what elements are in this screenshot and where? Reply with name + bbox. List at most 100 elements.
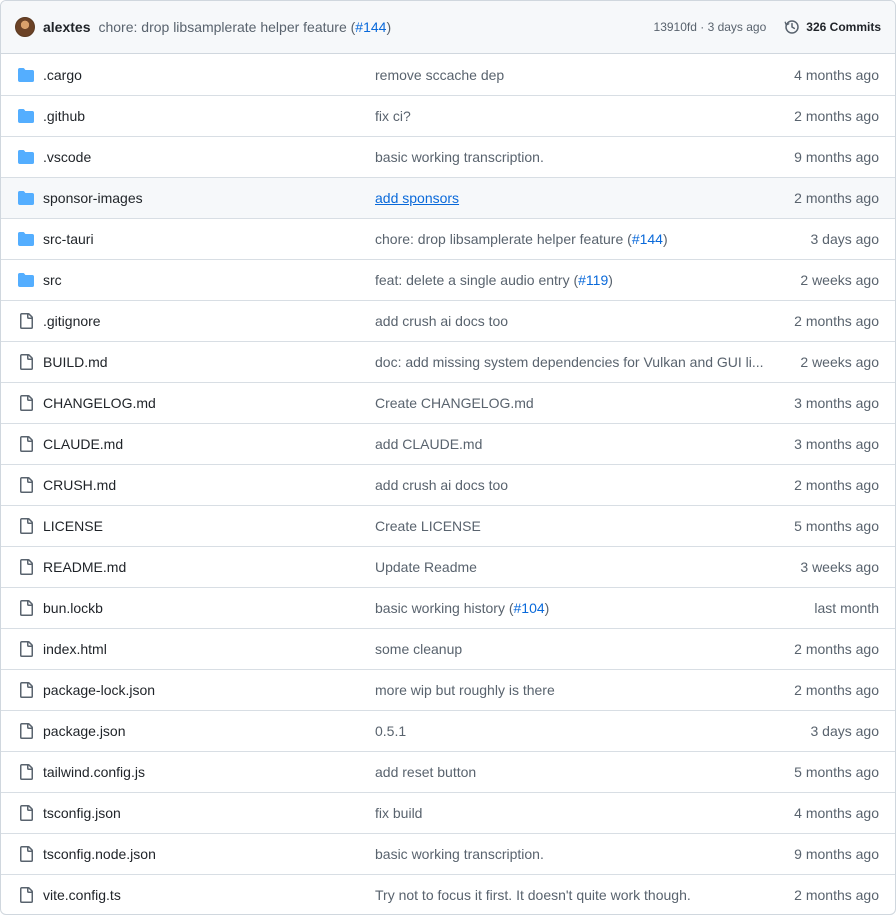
file-row[interactable]: tsconfig.node.json basic working transcri… [1, 833, 895, 874]
file-row[interactable]: CHANGELOG.md Create CHANGELOG.md 3 months … [1, 382, 895, 423]
file-row[interactable]: CLAUDE.md add CLAUDE.md 3 months ago [1, 423, 895, 464]
file-row[interactable]: .cargo remove sccache dep 4 months ago [1, 54, 895, 95]
commit-message-text[interactable]: add reset button [375, 764, 476, 780]
file-row[interactable]: BUILD.md doc: add missing system dependen… [1, 341, 895, 382]
commit-message-text[interactable]: fix build [375, 805, 422, 821]
commit-message-link[interactable]: doc: add missing system dependencies for… [375, 354, 767, 370]
commit-message-text[interactable]: add crush ai docs too [375, 313, 508, 329]
file-row[interactable]: src feat: delete a single audio entry (#1… [1, 259, 895, 300]
commit-time[interactable]: 2 months ago [767, 682, 895, 698]
file-row[interactable]: vite.config.ts Try not to focus it first.… [1, 874, 895, 914]
commit-time[interactable]: 9 months ago [767, 149, 895, 165]
file-name-link[interactable]: tailwind.config.js [43, 764, 375, 780]
file-name-link[interactable]: LICENSE [43, 518, 375, 534]
commit-message-link[interactable]: fix build [375, 805, 767, 821]
file-name-link[interactable]: package-lock.json [43, 682, 375, 698]
file-name-link[interactable]: src [43, 272, 375, 288]
commit-message-text[interactable]: basic working transcription. [375, 149, 544, 165]
file-row[interactable]: package-lock.json more wip but roughly is… [1, 669, 895, 710]
file-row[interactable]: src-tauri chore: drop libsamplerate helpe… [1, 218, 895, 259]
commit-message-link[interactable]: more wip but roughly is there [375, 682, 767, 698]
commit-message-link[interactable]: add sponsors [375, 190, 767, 206]
commit-message-text[interactable]: chore: drop libsamplerate helper feature… [375, 231, 632, 247]
file-row[interactable]: tailwind.config.js add reset button 5 mont… [1, 751, 895, 792]
file-row[interactable]: .github fix ci? 2 months ago [1, 95, 895, 136]
file-name-link[interactable]: package.json [43, 723, 375, 739]
file-name-link[interactable]: .cargo [43, 67, 375, 83]
commit-message-link[interactable]: some cleanup [375, 641, 767, 657]
commit-time[interactable]: 2 months ago [767, 190, 895, 206]
commit-message-text[interactable]: Create CHANGELOG.md [375, 395, 534, 411]
pr-link[interactable]: #144 [632, 231, 663, 247]
commit-message-text[interactable]: some cleanup [375, 641, 462, 657]
commit-message-text[interactable]: fix ci? [375, 108, 411, 124]
commit-hash-time[interactable]: 13910fd · 3 days ago [654, 20, 767, 34]
commit-message-link[interactable]: Create CHANGELOG.md [375, 395, 767, 411]
commit-author[interactable]: alextes [43, 19, 90, 35]
file-name-link[interactable]: sponsor-images [43, 190, 375, 206]
commit-message-link[interactable]: basic working history (#104) [375, 600, 767, 616]
commit-message-text[interactable]: Try not to focus it first. It doesn't qu… [375, 887, 691, 903]
commit-message-link[interactable]: Update Readme [375, 559, 767, 575]
commit-message-link[interactable]: feat: delete a single audio entry (#119) [375, 272, 767, 288]
commit-time[interactable]: 2 months ago [767, 108, 895, 124]
commit-time[interactable]: 5 months ago [767, 518, 895, 534]
commit-time[interactable]: 2 months ago [767, 313, 895, 329]
file-row[interactable]: .gitignore add crush ai docs too 2 months … [1, 300, 895, 341]
commit-message-link[interactable]: add reset button [375, 764, 767, 780]
commit-time[interactable]: 9 months ago [767, 846, 895, 862]
file-row[interactable]: LICENSE Create LICENSE 5 months ago [1, 505, 895, 546]
commit-message-text[interactable]: doc: add missing system dependencies for… [375, 354, 764, 370]
commit-message-text[interactable]: 0.5.1 [375, 723, 406, 739]
commit-time[interactable]: last month [767, 600, 895, 616]
file-name-link[interactable]: CLAUDE.md [43, 436, 375, 452]
commit-time[interactable]: 4 months ago [767, 805, 895, 821]
commit-message-link[interactable]: basic working transcription. [375, 149, 767, 165]
commit-message-link[interactable]: add crush ai docs too [375, 313, 767, 329]
commit-time[interactable]: 3 days ago [767, 231, 895, 247]
commit-message-link[interactable]: remove sccache dep [375, 67, 767, 83]
file-row[interactable]: .vscode basic working transcription. 9 mon… [1, 136, 895, 177]
file-name-link[interactable]: tsconfig.json [43, 805, 375, 821]
commit-time[interactable]: 4 months ago [767, 67, 895, 83]
commit-message-text[interactable]: add CLAUDE.md [375, 436, 482, 452]
file-name-link[interactable]: CHANGELOG.md [43, 395, 375, 411]
file-name-link[interactable]: tsconfig.node.json [43, 846, 375, 862]
pr-link[interactable]: #119 [578, 272, 608, 288]
file-name-link[interactable]: README.md [43, 559, 375, 575]
commit-message-link[interactable]: Try not to focus it first. It doesn't qu… [375, 887, 767, 903]
file-name-link[interactable]: .github [43, 108, 375, 124]
file-row[interactable]: README.md Update Readme 3 weeks ago [1, 546, 895, 587]
file-row[interactable]: tsconfig.json fix build 4 months ago [1, 792, 895, 833]
commit-message-text[interactable]: Create LICENSE [375, 518, 481, 534]
commit-message-text[interactable]: remove sccache dep [375, 67, 504, 83]
commit-message-link[interactable]: add CLAUDE.md [375, 436, 767, 452]
file-row[interactable]: package.json 0.5.1 3 days ago [1, 710, 895, 751]
commit-time[interactable]: 2 months ago [767, 477, 895, 493]
commit-message-text[interactable]: add crush ai docs too [375, 477, 508, 493]
commit-message-text[interactable]: more wip but roughly is there [375, 682, 555, 698]
file-name-link[interactable]: BUILD.md [43, 354, 375, 370]
commit-time[interactable]: 3 months ago [767, 395, 895, 411]
commit-message-link[interactable]: fix ci? [375, 108, 767, 124]
file-name-link[interactable]: bun.lockb [43, 600, 375, 616]
commit-message-link[interactable]: Create LICENSE [375, 518, 767, 534]
commit-message-text[interactable]: add sponsors [375, 190, 459, 206]
commit-message-text[interactable]: feat: delete a single audio entry ( [375, 272, 578, 288]
commits-link[interactable]: 326 Commits [784, 19, 881, 35]
commit-message-text[interactable]: basic working history ( [375, 600, 514, 616]
commit-message-link[interactable]: chore: drop libsamplerate helper feature… [375, 231, 767, 247]
file-name-link[interactable]: .vscode [43, 149, 375, 165]
pr-link[interactable]: #104 [514, 600, 545, 616]
file-name-link[interactable]: CRUSH.md [43, 477, 375, 493]
commit-time[interactable]: 2 months ago [767, 641, 895, 657]
commit-time[interactable]: 3 days ago [767, 723, 895, 739]
file-row[interactable]: sponsor-images add sponsors 2 months ago [1, 177, 895, 218]
commit-message-text[interactable]: Update Readme [375, 559, 477, 575]
file-name-link[interactable]: vite.config.ts [43, 887, 375, 903]
commit-time[interactable]: 5 months ago [767, 764, 895, 780]
file-row[interactable]: bun.lockb basic working history (#104) las… [1, 587, 895, 628]
commit-time[interactable]: 3 months ago [767, 436, 895, 452]
latest-commit-pr-link[interactable]: #144 [355, 19, 386, 35]
file-name-link[interactable]: index.html [43, 641, 375, 657]
